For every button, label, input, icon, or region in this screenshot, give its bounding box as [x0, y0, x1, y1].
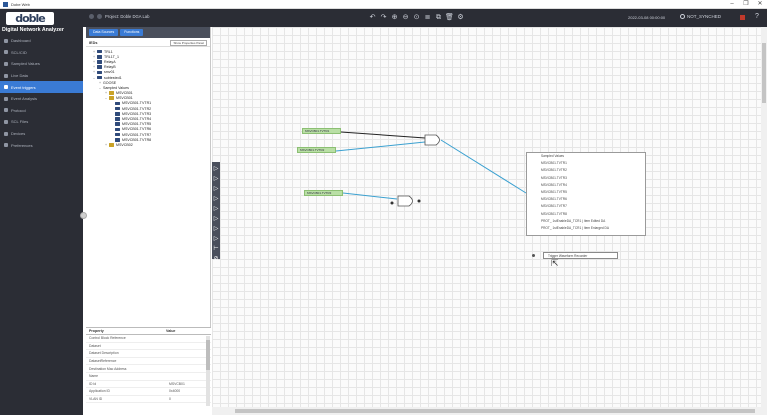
signal-node[interactable]: MSVCB01.TVTR2 — [297, 147, 336, 153]
wire[interactable] — [340, 131, 426, 139]
app-window: Dobe Web – ❐ ✕ doble Project: Doble DGA … — [0, 0, 767, 415]
output-list-item[interactable]: MSVCB01.TVTR5 — [527, 189, 645, 196]
output-list-item[interactable]: MSVCB01.TVTR4 — [527, 182, 645, 189]
output-list-node[interactable]: Sampled Values MSVCB01.TVTR1 MSVCB01.TVTR2… — [526, 152, 646, 236]
output-list-item[interactable]: MSVCB01.TVTR8 — [527, 211, 645, 218]
and-gate[interactable] — [397, 195, 413, 207]
canvas-horizontal-scrollbar[interactable] — [212, 407, 761, 415]
output-list-item[interactable]: Sampled Values — [527, 153, 645, 160]
output-list-item[interactable]: MSVCB01.TVTR6 — [527, 196, 645, 203]
horizontal-scroll-thumb[interactable] — [235, 409, 755, 413]
vertical-scroll-thumb[interactable] — [762, 43, 766, 103]
and-gate[interactable] — [424, 134, 440, 146]
wire-layer — [335, 131, 527, 207]
wire[interactable] — [440, 139, 527, 194]
mouse-cursor-icon: ⇱ — [551, 258, 559, 268]
output-list-item[interactable]: PROT_ 1stEnableDA_TCR1 | Item Edited DA — [527, 218, 645, 225]
wire[interactable] — [335, 141, 426, 152]
output-list-item[interactable]: MSVCB01.TVTR3 — [527, 175, 645, 182]
output-list-item[interactable]: MSVCB01.TVTR2 — [527, 167, 645, 174]
wire[interactable] — [342, 192, 398, 200]
output-list-item[interactable]: MSVCB01.TVTR1 — [527, 160, 645, 167]
output-list-item[interactable]: MSVCB01.TVTR7 — [527, 203, 645, 210]
output-list-item[interactable]: PROT_ 1stEnableDA_TCR1 | Item Enlarged D… — [527, 225, 645, 232]
gate-input-port[interactable] — [390, 201, 394, 205]
gate-output-port[interactable] — [417, 199, 421, 203]
signal-node[interactable]: MSVCB01.TVTR3 — [304, 190, 343, 196]
signal-node[interactable]: MSVCB01.TVTR1 — [302, 128, 341, 134]
trigger-node[interactable]: Trigger Waveform Recorder — [532, 251, 622, 259]
canvas-vertical-scrollbar[interactable] — [761, 27, 767, 415]
trigger-input-port[interactable] — [532, 253, 535, 257]
